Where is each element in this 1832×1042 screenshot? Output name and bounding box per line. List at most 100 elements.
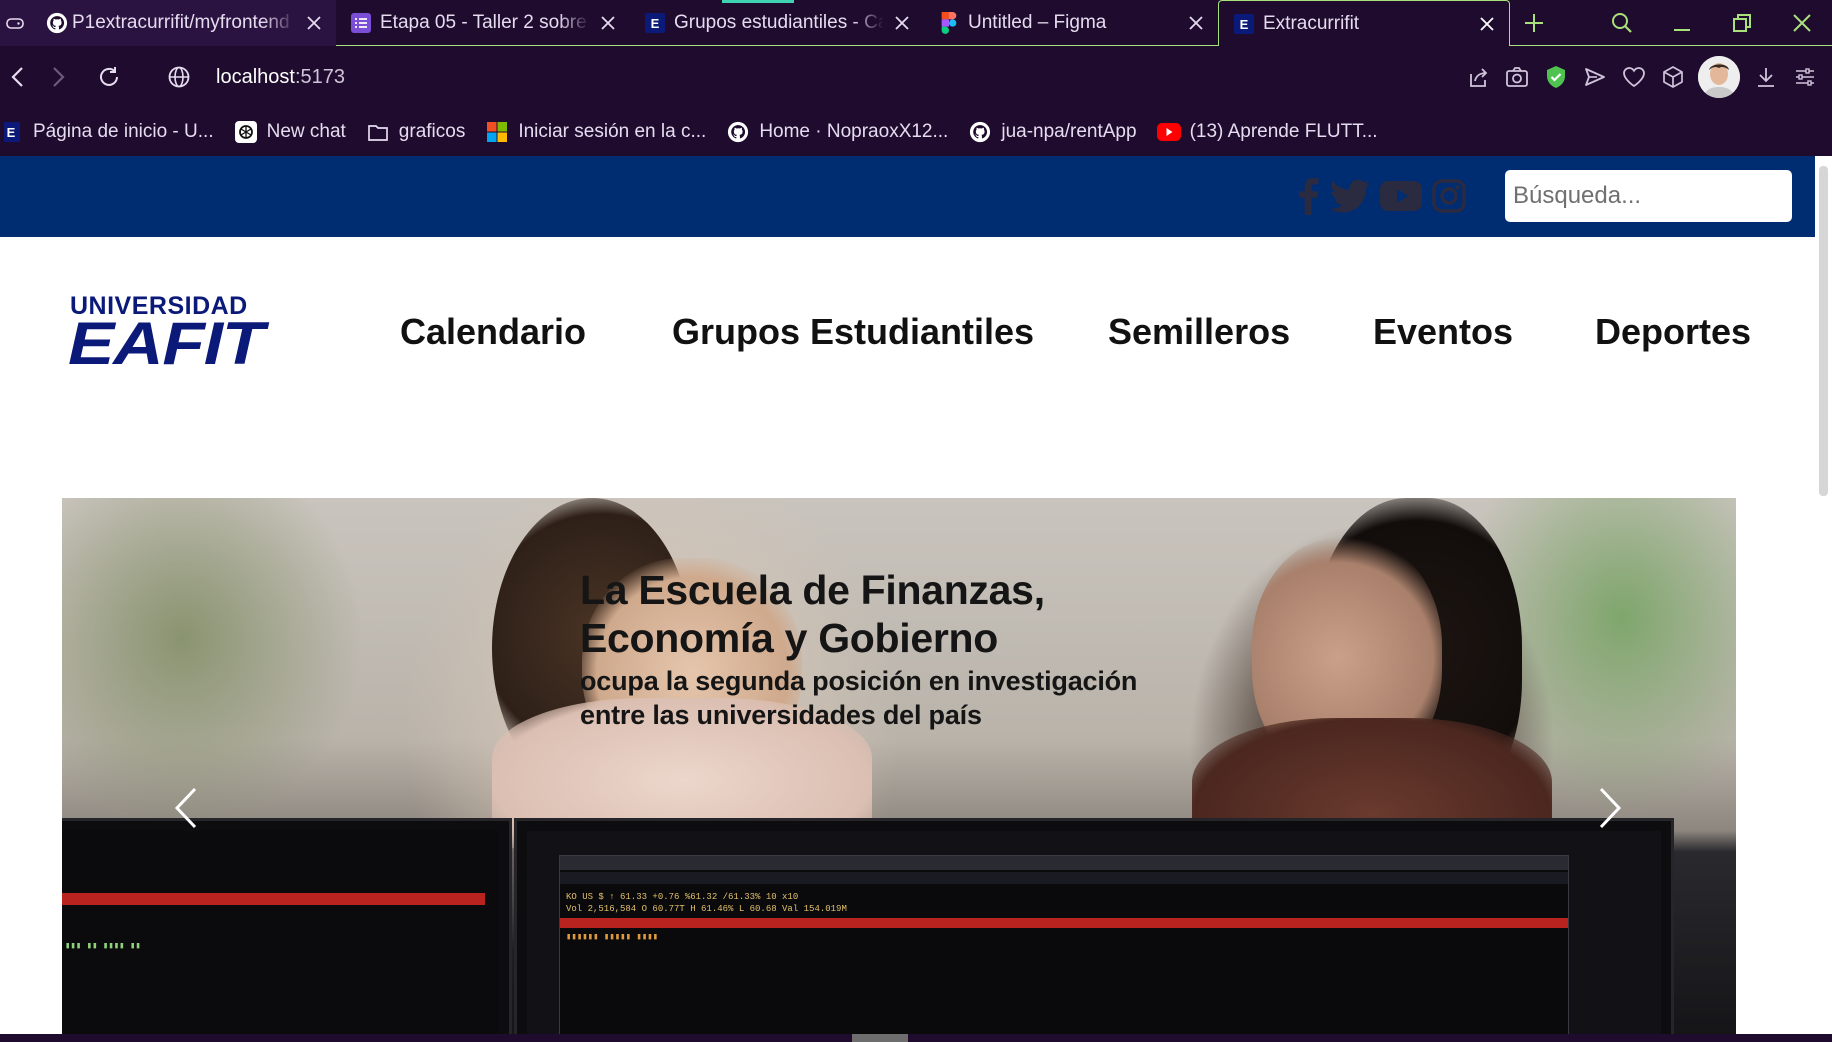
bottom-strip [0, 1034, 1832, 1042]
extensions-button[interactable] [1653, 52, 1692, 102]
eafit-icon: E [1233, 13, 1255, 35]
bookmarks-bar: E Página de inicio - U... New chat grafi… [0, 108, 1832, 156]
forward-button[interactable] [34, 52, 84, 102]
bookmark-rentapp[interactable]: jua-npa/rentApp [968, 120, 1137, 144]
bookmark-graficos[interactable]: graficos [366, 120, 465, 144]
slide-subtitle-line2: entre las universidades del país [580, 700, 982, 730]
send-button[interactable] [1575, 52, 1614, 102]
bookmark-pagina-inicio[interactable]: E Página de inicio - U... [0, 120, 214, 144]
carousel-next-button[interactable] [1590, 778, 1630, 838]
bookmark-iniciar-sesion[interactable]: Iniciar sesión en la c... [485, 120, 706, 144]
nav-calendario[interactable]: Calendario [400, 311, 586, 353]
svg-text:E: E [7, 125, 16, 140]
address-bar: localhost:5173 [0, 46, 1832, 108]
search-input[interactable] [1505, 170, 1792, 222]
bookmark-label: Página de inicio - U... [33, 121, 214, 142]
arrow-right-icon [53, 67, 65, 87]
nav-deportes[interactable]: Deportes [1595, 311, 1751, 353]
hero-carousel: ▮▮▮ ▮▮ ▮▮▮▮ ▮▮ KO US $ ↑ 61.33 +0.76 %61… [62, 498, 1736, 1034]
site-topbar [0, 156, 1815, 237]
chevron-right-icon [1599, 787, 1622, 829]
reload-button[interactable] [84, 52, 134, 102]
bookmark-home-nopraux[interactable]: Home · NopraoxX12... [726, 120, 948, 144]
cube-icon [1662, 66, 1683, 88]
page-viewport: UNIVERSIDAD EAFIT Calendario Grupos Estu… [0, 156, 1832, 1034]
bookmark-new-chat[interactable]: New chat [234, 120, 346, 144]
page-scrollbar[interactable] [1815, 156, 1832, 1034]
nav-semilleros[interactable]: Semilleros [1108, 311, 1290, 353]
favorites-button[interactable] [1614, 52, 1653, 102]
tab-etapa[interactable]: Etapa 05 - Taller 2 sobre Dj [336, 0, 630, 46]
share-icon [1469, 68, 1487, 87]
carousel-prev-button[interactable] [166, 778, 206, 838]
screenshot-button[interactable] [1497, 52, 1536, 102]
url-host: localhost [216, 65, 295, 88]
gamepad-icon[interactable] [6, 14, 24, 38]
youtube-icon [1156, 120, 1181, 144]
bookmark-aprende-flutter[interactable]: (13) Aprende FLUTT... [1156, 120, 1378, 144]
adblock-button[interactable] [1536, 52, 1575, 102]
plus-icon [1525, 14, 1543, 32]
easy-setup-button[interactable] [1785, 52, 1824, 102]
slide-title-line2: Economía y Gobierno [580, 615, 999, 661]
avatar-icon [1698, 56, 1740, 98]
tab-extracurrifit[interactable]: E Extracurrifit [1218, 0, 1510, 46]
send-icon [1584, 68, 1605, 86]
nav-grupos-estudiantiles[interactable]: Grupos Estudiantiles [672, 311, 1034, 353]
globe-icon [168, 66, 190, 88]
profile-avatar[interactable] [1698, 56, 1740, 98]
tab-figma[interactable]: Untitled – Figma [924, 0, 1218, 46]
nav-eventos[interactable]: Eventos [1373, 311, 1513, 353]
close-icon[interactable] [596, 11, 620, 35]
tab-github[interactable]: P1extracurrifit/myfrontend [0, 0, 336, 46]
back-button[interactable] [0, 52, 34, 102]
tab-label: Extracurrifit [1263, 12, 1360, 34]
eafit-logo[interactable]: UNIVERSIDAD EAFIT [68, 292, 272, 377]
tab-label: P1extracurrifit/myfrontend [72, 12, 290, 33]
svg-text:E: E [651, 16, 660, 31]
bookmark-label: (13) Aprende FLUTT... [1189, 121, 1378, 142]
slide-caption: La Escuela de Finanzas, Economía y Gobie… [580, 566, 1137, 732]
restore-button[interactable] [1712, 0, 1772, 46]
bookmark-label: Iniciar sesión en la c... [518, 121, 707, 142]
horizontal-scroll-handle[interactable] [852, 1034, 908, 1042]
tab-label: Untitled – Figma [968, 12, 1107, 33]
monitor-left: ▮▮▮ ▮▮ ▮▮▮▮ ▮▮ [62, 818, 512, 1034]
minimize-icon [1674, 29, 1690, 31]
microsoft-icon [485, 120, 509, 144]
minimize-button[interactable] [1652, 0, 1712, 46]
search-icon [1612, 13, 1632, 33]
url-port: :5173 [294, 65, 345, 88]
search-tabs-button[interactable] [1592, 0, 1652, 46]
slide-title-line1: La Escuela de Finanzas, [580, 567, 1045, 613]
close-icon[interactable] [890, 11, 914, 35]
instagram-icon[interactable] [1432, 173, 1466, 219]
share-button[interactable] [1458, 52, 1497, 102]
new-tab-button[interactable] [1510, 0, 1558, 46]
youtube-icon[interactable] [1380, 173, 1422, 219]
tab-label: Grupos estudiantiles - Cana [674, 12, 884, 33]
heart-icon [1622, 67, 1645, 88]
downloads-button[interactable] [1746, 52, 1785, 102]
close-icon[interactable] [1475, 12, 1499, 36]
close-icon[interactable] [302, 11, 326, 35]
facebook-icon[interactable] [1296, 173, 1320, 219]
github-icon [46, 12, 68, 34]
site-info-button[interactable] [154, 52, 204, 102]
tab-grupos[interactable]: E Grupos estudiantiles - Cana [630, 0, 924, 46]
social-links [1296, 173, 1466, 219]
close-icon[interactable] [1184, 11, 1208, 35]
close-window-button[interactable] [1772, 0, 1832, 46]
download-icon [1757, 68, 1774, 87]
logo-line2: EAFIT [68, 310, 264, 377]
window-controls [1592, 0, 1832, 46]
tab-label: Etapa 05 - Taller 2 sobre Dj [380, 12, 590, 33]
restore-icon [1733, 14, 1751, 32]
scrollbar-thumb[interactable] [1819, 166, 1828, 496]
bookmark-label: jua-npa/rentApp [1001, 121, 1137, 142]
url-field[interactable]: localhost:5173 [216, 66, 345, 89]
camera-icon [1505, 67, 1528, 87]
twitter-icon[interactable] [1330, 173, 1370, 219]
list-icon [350, 12, 372, 34]
tab-bar: P1extracurrifit/myfrontend Etapa 05 - Ta… [0, 0, 1832, 46]
